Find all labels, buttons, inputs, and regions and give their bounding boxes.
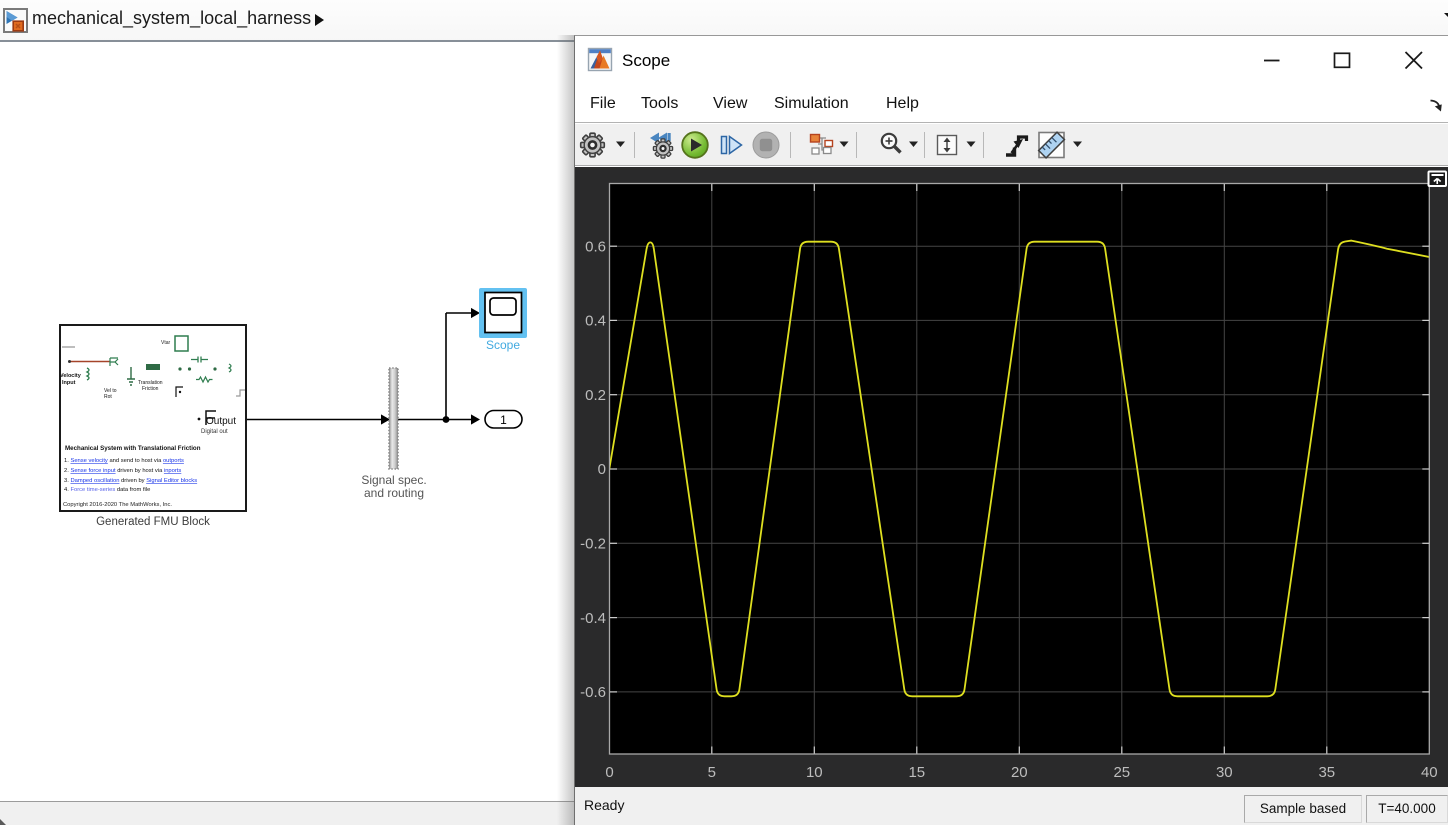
svg-text:0: 0 [598, 461, 606, 478]
svg-text:-0.4: -0.4 [580, 610, 606, 627]
svg-text:15: 15 [908, 764, 925, 781]
svg-text:0.6: 0.6 [585, 238, 606, 255]
svg-text:40: 40 [1421, 764, 1438, 781]
svg-text:0.2: 0.2 [585, 387, 606, 404]
svg-text:25: 25 [1113, 764, 1130, 781]
svg-text:0: 0 [605, 764, 613, 781]
svg-text:0.4: 0.4 [585, 313, 606, 330]
svg-text:-0.2: -0.2 [580, 536, 606, 553]
svg-text:1: 1 [500, 413, 507, 427]
svg-text:5: 5 [708, 764, 716, 781]
svg-text:20: 20 [1011, 764, 1028, 781]
svg-text:30: 30 [1216, 764, 1233, 781]
svg-text:10: 10 [806, 764, 823, 781]
svg-text:35: 35 [1318, 764, 1335, 781]
svg-text:-0.6: -0.6 [580, 684, 606, 701]
